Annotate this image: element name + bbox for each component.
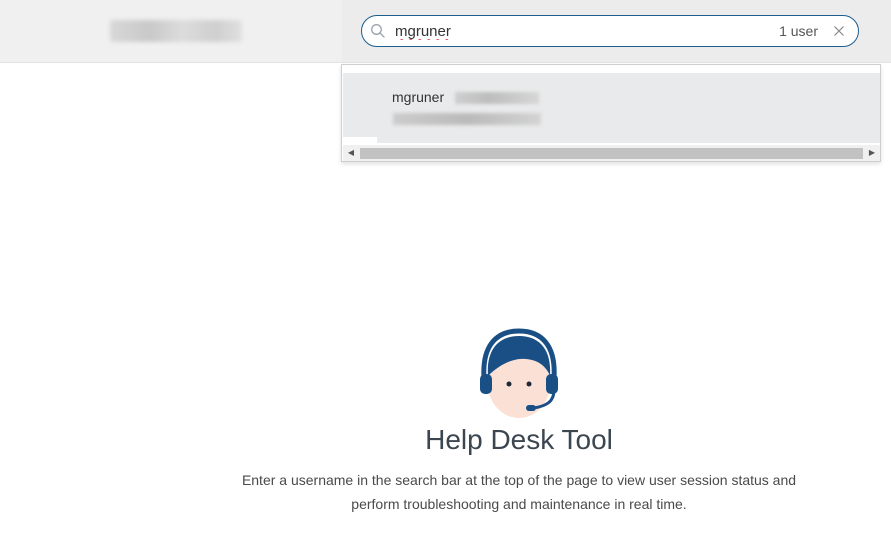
- result-email-redacted: [393, 113, 541, 125]
- scrollbar-thumb[interactable]: [360, 148, 863, 159]
- search-results-dropdown: mgruner ◀ ▶: [341, 64, 881, 162]
- result-count: 1 user: [779, 23, 818, 39]
- scroll-right-icon[interactable]: ▶: [864, 145, 880, 161]
- result-item[interactable]: mgruner: [343, 73, 880, 143]
- search-box[interactable]: 1 user: [361, 15, 859, 47]
- page-title: Help Desk Tool: [425, 424, 613, 455]
- search-icon: [371, 24, 385, 38]
- help-desk-agent-icon: [480, 328, 558, 418]
- scroll-left-icon[interactable]: ◀: [343, 145, 359, 161]
- brand-logo-redacted: [110, 20, 242, 42]
- result-username: mgruner: [392, 89, 445, 105]
- result-fullname-redacted: [455, 92, 539, 104]
- scroll-tab: [343, 137, 377, 143]
- horizontal-scrollbar[interactable]: ◀ ▶: [343, 145, 880, 161]
- page-description: Enter a username in the search bar at th…: [241, 472, 797, 512]
- search-input[interactable]: [395, 21, 755, 41]
- close-icon[interactable]: [832, 24, 846, 38]
